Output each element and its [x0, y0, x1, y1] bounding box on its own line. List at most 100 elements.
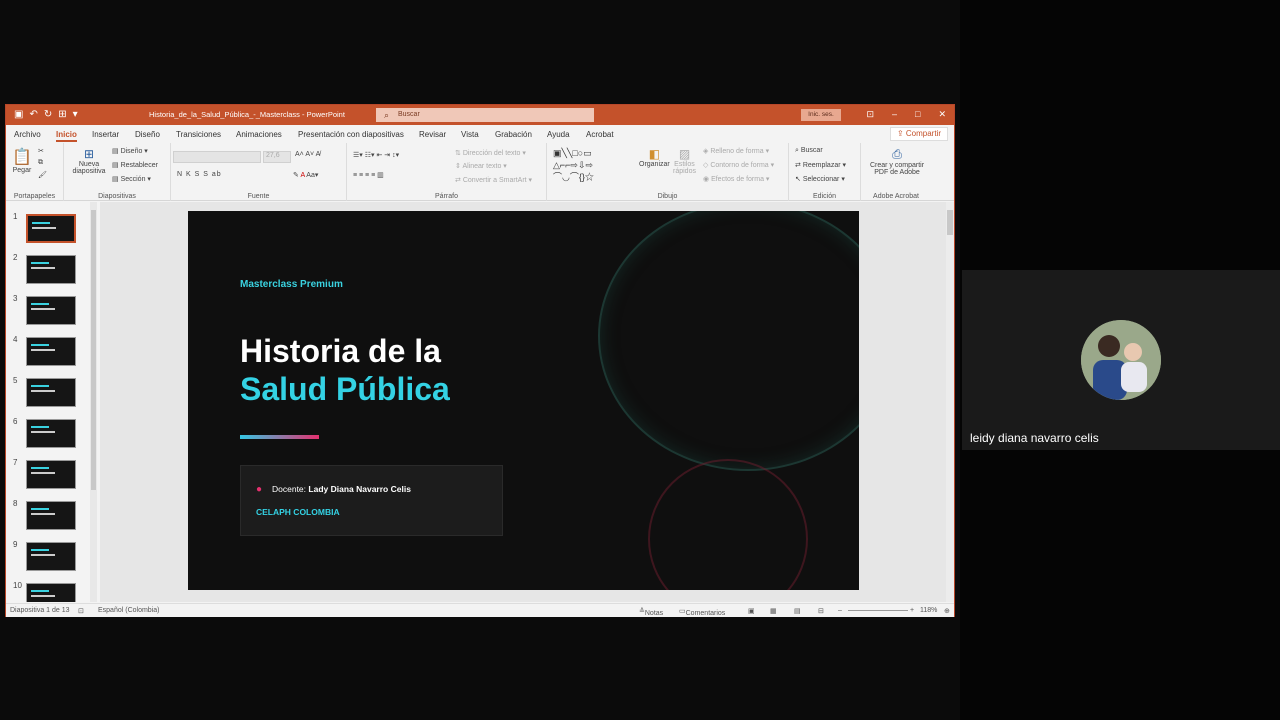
- align-icons[interactable]: ≡ ≡ ≡ ≡ ▥: [353, 171, 384, 179]
- maximize-icon[interactable]: □: [915, 109, 920, 120]
- redo-icon[interactable]: ↻: [44, 109, 52, 121]
- zoom-slider[interactable]: [848, 610, 908, 611]
- section-button[interactable]: ▤ Sección ▾: [112, 175, 151, 183]
- reset-button[interactable]: ▤ Restablecer: [112, 161, 158, 169]
- current-slide[interactable]: Masterclass Premium Historia de la Salud…: [188, 211, 859, 590]
- shape-effects-button[interactable]: ◉ Efectos de forma ▾: [703, 175, 769, 183]
- tab-diseno[interactable]: Diseño: [135, 130, 160, 139]
- slide-thumbnail[interactable]: [26, 501, 76, 530]
- notes-button[interactable]: ≙ Notas: [639, 607, 663, 617]
- font-name-select[interactable]: [173, 151, 261, 163]
- shapes-gallery[interactable]: ▣╲╲□○▭ △⌐⌐⇨⇩⇨ ⌒◡⌒{}☆: [553, 147, 594, 183]
- thumbnail-item[interactable]: 4: [6, 333, 99, 373]
- thumbnails-scrollbar[interactable]: [90, 202, 97, 602]
- paste-button[interactable]: 📋 Pegar: [12, 147, 32, 174]
- tab-ayuda[interactable]: Ayuda: [547, 130, 570, 139]
- replace-button[interactable]: ⇄ Reemplazar ▾: [795, 161, 846, 169]
- arrange-button[interactable]: ◧ Organizar: [639, 147, 670, 168]
- thumbnail-item[interactable]: 9: [6, 538, 99, 578]
- present-icon[interactable]: ⊞: [58, 109, 66, 121]
- format-painter-icon[interactable]: 🖌: [38, 171, 47, 179]
- bullets-icon[interactable]: ☰▾ ☷▾ ⇤ ⇥ ↕▾: [353, 151, 399, 159]
- thumbnail-item[interactable]: 1: [6, 210, 99, 250]
- slideshow-icon[interactable]: ⊟: [818, 607, 824, 615]
- thumbnail-item[interactable]: 6: [6, 415, 99, 455]
- select-button[interactable]: ↖ Seleccionar ▾: [795, 175, 845, 183]
- presenter-card[interactable]: ● Docente: Lady Diana Navarro Celis CELA…: [240, 465, 503, 536]
- slide-thumbnail[interactable]: [26, 255, 76, 284]
- accessibility-icon[interactable]: ⊡: [78, 607, 84, 615]
- thumb-number: 7: [13, 458, 18, 467]
- font-color-icon[interactable]: ✎ A Aa▾: [293, 171, 318, 179]
- signin-button[interactable]: Inic. ses.: [801, 109, 841, 121]
- language-status[interactable]: Español (Colombia): [98, 607, 159, 614]
- save-icon[interactable]: ▣: [14, 109, 23, 121]
- close-icon[interactable]: ✕: [938, 109, 946, 120]
- tab-acrobat[interactable]: Acrobat: [586, 130, 614, 139]
- shape-fill-button[interactable]: ◈ Relleno de forma ▾: [703, 147, 769, 155]
- text-direction-button[interactable]: ⇅ Dirección del texto ▾: [455, 149, 526, 157]
- undo-icon[interactable]: ↶: [29, 109, 37, 121]
- customize-icon[interactable]: ▾: [73, 109, 78, 121]
- tab-transiciones[interactable]: Transiciones: [176, 130, 221, 139]
- thumbnail-item[interactable]: 2: [6, 251, 99, 291]
- zoom-in-icon[interactable]: +: [910, 607, 914, 614]
- minimize-icon[interactable]: –: [892, 109, 897, 120]
- font-style-buttons[interactable]: N K S S ab: [177, 171, 222, 178]
- slide-thumbnail[interactable]: [26, 460, 76, 489]
- comments-button[interactable]: ▭ Comentarios: [679, 607, 725, 617]
- slide-thumbnail[interactable]: [26, 214, 76, 243]
- group-portapapeles: 📋 Pegar ✂ ⧉ 🖌 Portapapeles: [6, 143, 64, 201]
- quick-styles-button[interactable]: ▨ Estilos rápidos: [673, 147, 696, 175]
- smartart-button[interactable]: ⇄ Convertir a SmartArt ▾: [455, 176, 532, 184]
- thumbnail-item[interactable]: 5: [6, 374, 99, 414]
- reading-view-icon[interactable]: ▤: [794, 607, 801, 615]
- thumbnail-item[interactable]: 3: [6, 292, 99, 332]
- zoom-level[interactable]: 118%: [920, 607, 937, 614]
- search-input[interactable]: ⌕ Buscar: [376, 108, 594, 122]
- scrollbar-thumb[interactable]: [947, 210, 953, 235]
- slide-sorter-icon[interactable]: ▦: [770, 607, 777, 615]
- layout-button[interactable]: ▤ Diseño ▾: [112, 147, 148, 155]
- slide-title-line2[interactable]: Salud Pública: [240, 371, 450, 408]
- search-placeholder: Buscar: [398, 111, 420, 118]
- thumbnail-item[interactable]: 10: [6, 579, 99, 602]
- tab-archivo[interactable]: Archivo: [14, 130, 41, 139]
- normal-view-icon[interactable]: ▣: [748, 607, 755, 615]
- slide-thumbnail[interactable]: [26, 337, 76, 366]
- tab-vista[interactable]: Vista: [461, 130, 479, 139]
- font-size-select[interactable]: 27,6: [263, 151, 291, 163]
- canvas-scrollbar[interactable]: [946, 202, 954, 602]
- tab-insertar[interactable]: Insertar: [92, 130, 119, 139]
- find-button[interactable]: ⌕ Buscar: [795, 147, 823, 155]
- new-slide-button[interactable]: ⊞ Nueva diapositiva: [70, 147, 108, 175]
- scrollbar-thumb[interactable]: [91, 210, 96, 490]
- font-grow-icon[interactable]: A˄ A˅ A̸: [295, 151, 320, 158]
- tab-grabacion[interactable]: Grabación: [495, 130, 532, 139]
- align-text-button[interactable]: ⇕ Alinear texto ▾: [455, 162, 507, 170]
- participant-tile[interactable]: leidy diana navarro celis: [962, 270, 1280, 450]
- create-pdf-button[interactable]: ⎙ Crear y compartir PDF de Adobe: [865, 147, 929, 176]
- slide-thumbnail[interactable]: [26, 542, 76, 571]
- slide-thumbnail[interactable]: [26, 419, 76, 448]
- fit-slide-icon[interactable]: ⊕: [944, 607, 950, 615]
- copy-icon[interactable]: ⧉: [38, 159, 43, 167]
- cut-icon[interactable]: ✂: [38, 147, 44, 155]
- thumbnail-item[interactable]: 7: [6, 456, 99, 496]
- tab-presentacion[interactable]: Presentación con diapositivas: [298, 130, 404, 139]
- zoom-out-icon[interactable]: –: [838, 607, 842, 614]
- thumbnail-item[interactable]: 8: [6, 497, 99, 537]
- text-direction-label: Dirección del texto: [462, 150, 521, 157]
- slide-thumbnail[interactable]: [26, 296, 76, 325]
- slide-title-line1[interactable]: Historia de la: [240, 333, 441, 370]
- share-button[interactable]: ⇪ Compartir: [889, 127, 948, 141]
- tab-inicio[interactable]: Inicio: [56, 130, 77, 142]
- slide-kicker[interactable]: Masterclass Premium: [240, 279, 343, 290]
- shape-fill-label: Relleno de forma: [710, 148, 764, 155]
- tab-animaciones[interactable]: Animaciones: [236, 130, 282, 139]
- shape-outline-button[interactable]: ◇ Contorno de forma ▾: [703, 161, 774, 169]
- slide-thumbnail[interactable]: [26, 378, 76, 407]
- slide-thumbnail[interactable]: [26, 583, 76, 602]
- ribbon-display-icon[interactable]: ⊡: [866, 109, 874, 120]
- tab-revisar[interactable]: Revisar: [419, 130, 446, 139]
